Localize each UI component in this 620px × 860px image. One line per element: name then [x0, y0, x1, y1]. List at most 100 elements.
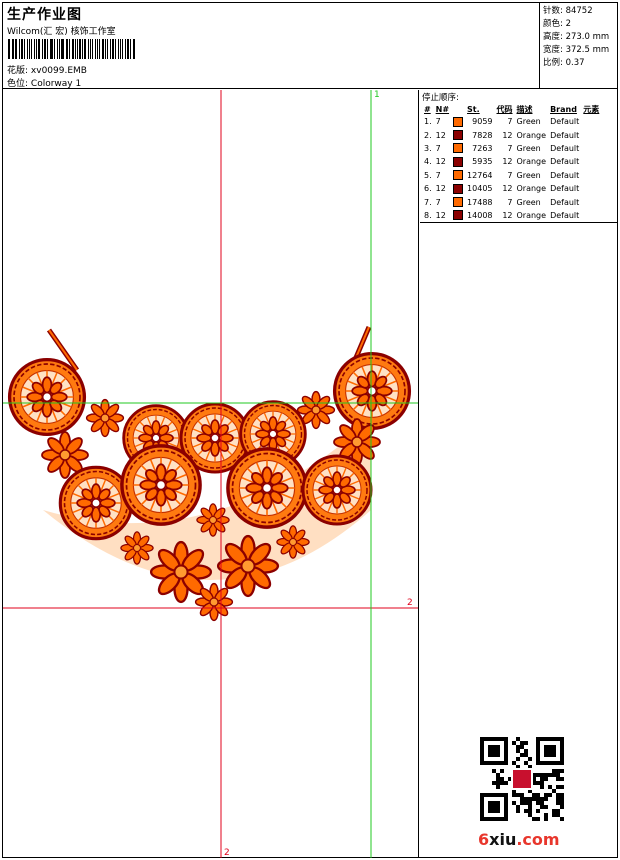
row-element: [581, 209, 601, 222]
row-needle: 12: [435, 157, 446, 167]
color-swatch: [453, 116, 464, 127]
barcode-bar: [58, 39, 61, 59]
logo-part-1: 6: [478, 830, 490, 849]
stitch-count-row: 针数: 84752: [543, 5, 617, 18]
barcode-bar: [56, 39, 58, 59]
row-stitches: 12764: [467, 170, 493, 180]
qr-code-image: [480, 737, 564, 821]
row-brand: Default: [550, 117, 580, 127]
stitch-count-value: 84752: [565, 6, 593, 16]
col-stitches: St.: [467, 104, 480, 114]
row-index: 3.: [424, 143, 432, 153]
barcode-bar: [79, 39, 81, 59]
barcode-bar: [34, 39, 35, 59]
col-brand: Brand: [550, 104, 577, 114]
design-line: 花版: xv0099.EMB: [7, 63, 87, 76]
barcode-bar: [53, 39, 55, 59]
col-swatch: [451, 103, 465, 115]
barcode-bar: [8, 39, 10, 59]
barcode-bar: [118, 39, 119, 59]
row-index: 4.: [424, 157, 432, 167]
row-code: 7: [507, 117, 513, 127]
guide-marker-top: 1: [374, 90, 380, 100]
stop-sequence-box: 停止顺序: # N# St. 代码 描述 Brand 元素 1. 7 9059 7 Gr…: [420, 90, 617, 223]
stop-sequence-rows: 1. 7 9059 7 Green Default 2. 12 7828 12 Orange Defa…: [422, 115, 601, 222]
barcode-bar: [65, 39, 67, 59]
col-needle: N#: [435, 104, 450, 114]
barcode-bar: [125, 39, 127, 59]
color-count-row: 颜色: 2: [543, 18, 617, 31]
row-needle: 12: [435, 130, 446, 140]
col-code: 代码: [496, 104, 513, 114]
row-brand: Default: [550, 170, 580, 180]
barcode-bar: [95, 39, 97, 59]
barcode-bar: [49, 39, 51, 59]
guide-marker-right: 2: [407, 598, 413, 608]
row-swatch: [451, 115, 465, 128]
color-swatch: [453, 170, 464, 181]
row-index: 6.: [424, 184, 432, 194]
row-element: [581, 195, 601, 208]
row-needle: 12: [435, 210, 446, 220]
col-description: 描述: [516, 104, 533, 114]
table-row: 2. 12 7828 12 Orange Default: [422, 128, 601, 141]
row-swatch: [451, 169, 465, 182]
colorway-name: Colorway 1: [30, 79, 82, 89]
barcode-bar: [109, 39, 111, 59]
barcode-bar: [115, 39, 116, 59]
row-code: 7: [507, 197, 513, 207]
stop-sequence-panel: 停止顺序: # N# St. 代码 描述 Brand 元素 1. 7 9059 7 Gr…: [420, 90, 617, 858]
barcode-bar: [104, 39, 107, 59]
barcode-bar: [99, 39, 100, 59]
row-index: 8.: [424, 210, 432, 220]
barcode-bar: [72, 39, 74, 59]
barcode-bar: [15, 39, 17, 59]
production-sheet: 生产作业图 Wilcom(汇 宏) 核饰工作室 花版: xv0099.EMB 色…: [2, 2, 618, 858]
barcode-bar: [74, 39, 76, 59]
barcode-bar: [37, 39, 41, 59]
barcode-bar: [81, 39, 83, 59]
row-index: 5.: [424, 170, 432, 180]
design-info-box: 针数: 84752 颜色: 2 高度: 273.0 mm 宽度: 372.5 m…: [539, 3, 617, 89]
color-swatch: [453, 183, 464, 194]
barcode-bar: [31, 39, 33, 59]
row-element: [581, 182, 601, 195]
barcode-bar: [18, 39, 20, 59]
logo-part-2: xiu: [489, 830, 517, 849]
row-brand: Default: [550, 197, 580, 207]
stop-sequence-table: # N# St. 代码 描述 Brand 元素 1. 7 9059 7 Green Def…: [422, 103, 601, 222]
barcode-bar: [24, 39, 25, 59]
row-element: [581, 155, 601, 168]
color-swatch: [453, 210, 464, 221]
barcode-bar: [61, 39, 64, 59]
row-code: 12: [502, 157, 513, 167]
row-needle: 7: [435, 117, 441, 127]
table-row: 3. 7 7263 7 Green Default: [422, 142, 601, 155]
row-needle: 7: [435, 170, 441, 180]
stitch-count-label: 针数:: [543, 6, 563, 16]
color-swatch: [453, 130, 464, 141]
height-row: 高度: 273.0 mm: [543, 31, 617, 44]
row-description: Orange: [516, 210, 547, 220]
row-brand: Default: [550, 184, 580, 194]
table-row: 4. 12 5935 12 Orange Default: [422, 155, 601, 168]
barcode-bar: [13, 39, 15, 59]
table-row: 8. 12 14008 12 Orange Default: [422, 209, 601, 222]
row-code: 12: [502, 210, 513, 220]
table-row: 5. 7 12764 7 Green Default: [422, 169, 601, 182]
row-index: 1.: [424, 117, 432, 127]
logo-part-3: .com: [516, 830, 560, 849]
barcode: [8, 39, 136, 59]
row-swatch: [451, 209, 465, 222]
barcode-bar: [69, 39, 71, 59]
row-description: Green: [516, 117, 541, 127]
ratio-value: 0.37: [565, 58, 585, 68]
row-description: Green: [516, 170, 541, 180]
barcode-bar: [101, 39, 104, 59]
barcode-bar: [26, 39, 28, 59]
row-code: 12: [502, 184, 513, 194]
barcode-bar: [51, 39, 53, 59]
color-count-label: 颜色:: [543, 19, 563, 29]
row-swatch: [451, 182, 465, 195]
color-swatch: [453, 197, 464, 208]
